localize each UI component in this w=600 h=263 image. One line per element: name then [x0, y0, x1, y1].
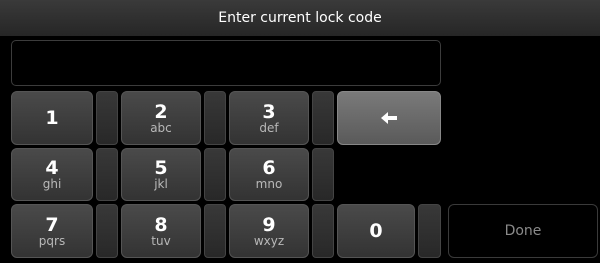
lock-code-input[interactable] — [11, 40, 441, 86]
key-letters: wxyz — [253, 233, 285, 248]
key-spacer — [96, 204, 118, 258]
key-spacer — [312, 148, 334, 201]
key-spacer — [204, 204, 226, 258]
key-7[interactable]: 7 pqrs — [11, 204, 93, 258]
key-spacer — [312, 91, 334, 145]
key-digit: 2 — [154, 100, 168, 123]
key-spacer — [418, 204, 441, 258]
key-digit: 1 — [45, 107, 59, 129]
title-bar: Enter current lock code — [0, 0, 600, 36]
key-spacer — [204, 148, 226, 201]
key-digit: 0 — [369, 220, 383, 242]
key-6[interactable]: 6 mno — [229, 148, 309, 201]
key-spacer — [96, 91, 118, 145]
key-5[interactable]: 5 jkl — [121, 148, 201, 201]
key-letters: pqrs — [38, 233, 66, 248]
key-spacer — [312, 204, 334, 258]
key-letters: ghi — [42, 177, 62, 191]
key-digit: 3 — [262, 100, 276, 123]
key-digit: 6 — [262, 157, 276, 179]
backspace-button[interactable] — [337, 91, 441, 145]
done-label: Done — [504, 223, 542, 239]
key-spacer — [204, 91, 226, 145]
key-2[interactable]: 2 abc — [121, 91, 201, 145]
key-9[interactable]: 9 wxyz — [229, 204, 309, 258]
key-digit: 5 — [154, 157, 168, 179]
key-digit: 7 — [45, 213, 59, 236]
left-arrow-icon — [381, 112, 397, 124]
done-button[interactable]: Done — [448, 204, 598, 258]
key-0[interactable]: 0 — [337, 204, 415, 258]
key-8[interactable]: 8 tuv — [121, 204, 201, 258]
key-3[interactable]: 3 def — [229, 91, 309, 145]
key-letters: tuv — [151, 233, 171, 248]
key-letters: jkl — [154, 177, 168, 191]
key-letters: mno — [255, 177, 283, 191]
dialog-title: Enter current lock code — [218, 10, 382, 26]
key-digit: 8 — [154, 213, 168, 236]
key-digit: 9 — [262, 213, 276, 236]
key-letters: def — [259, 120, 279, 135]
key-letters: abc — [150, 120, 172, 135]
key-4[interactable]: 4 ghi — [11, 148, 93, 201]
key-spacer — [96, 148, 118, 201]
key-1[interactable]: 1 — [11, 91, 93, 145]
key-digit: 4 — [45, 157, 59, 179]
